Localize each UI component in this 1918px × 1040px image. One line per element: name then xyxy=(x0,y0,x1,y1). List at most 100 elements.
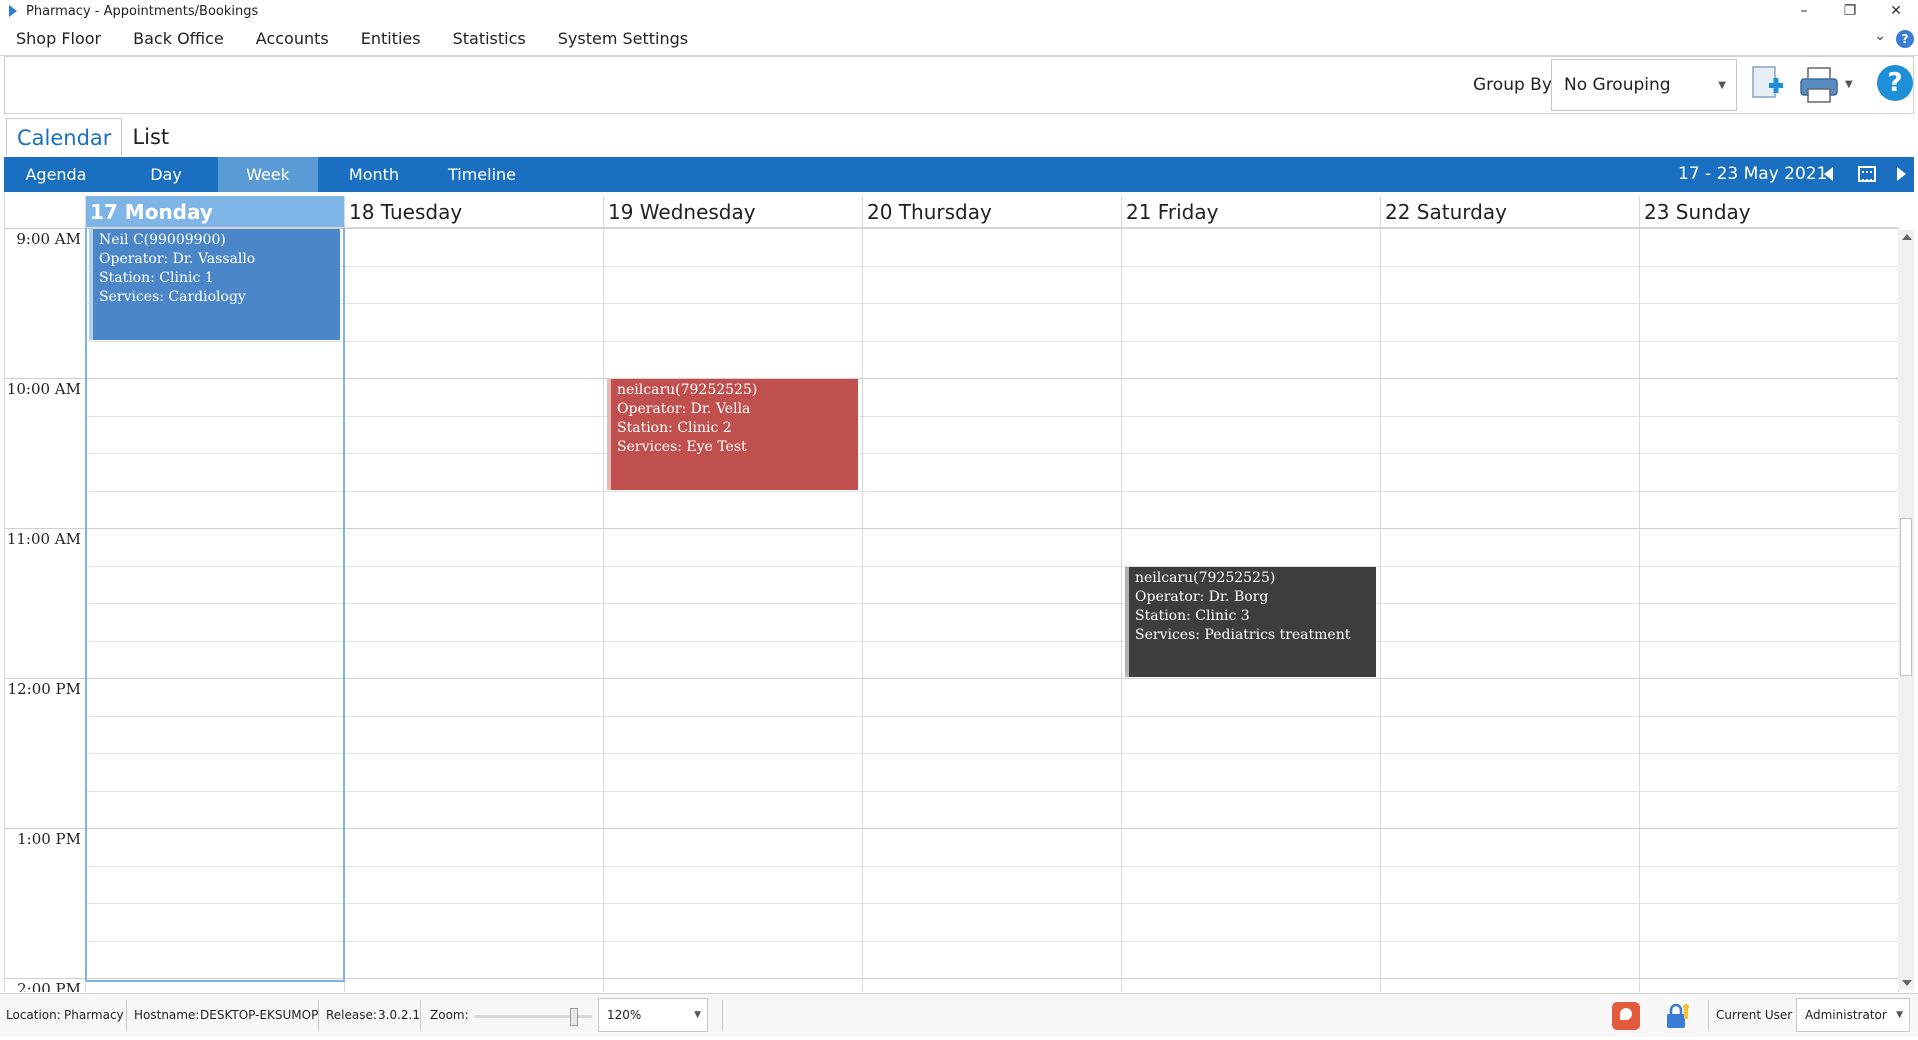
status-bar: Location: Pharmacy Hostname: DESKTOP-EKS… xyxy=(0,993,1918,1037)
print-options-icon[interactable]: ▼ xyxy=(1845,79,1853,90)
view-agenda[interactable]: Agenda xyxy=(4,157,108,192)
tab-list[interactable]: List xyxy=(122,118,179,156)
release-value: 3.0.2.1 xyxy=(378,1008,420,1022)
appointment-card[interactable]: neilcaru(79252525) Operator: Dr. Borg St… xyxy=(1125,566,1376,677)
zoom-slider[interactable] xyxy=(474,1008,592,1026)
grid-line xyxy=(85,415,1898,417)
appointment-operator: Operator: Dr. Vassallo xyxy=(99,251,256,267)
day-header-tuesday[interactable]: 18 Tuesday xyxy=(344,196,603,228)
grid-line xyxy=(85,303,1898,304)
print-icon[interactable] xyxy=(1798,65,1840,105)
menu-statistics[interactable]: Statistics xyxy=(437,22,542,56)
view-week[interactable]: Week xyxy=(218,157,318,192)
grid-column-line xyxy=(1639,228,1640,992)
appointment-patient: neilcaru(79252525) xyxy=(1135,569,1276,586)
next-week-icon[interactable] xyxy=(1897,167,1906,181)
current-user-select[interactable]: Administrator ▼ xyxy=(1796,998,1910,1032)
minimize-button[interactable]: – xyxy=(1782,0,1826,22)
grid-column-line xyxy=(862,228,863,992)
menu-accounts[interactable]: Accounts xyxy=(240,22,345,56)
day-header-saturday[interactable]: 22 Saturday xyxy=(1380,196,1639,228)
restore-button[interactable]: ❐ xyxy=(1828,0,1872,22)
menu-system-settings[interactable]: System Settings xyxy=(542,22,704,56)
grid-column-line xyxy=(1121,228,1122,992)
add-booking-button[interactable] xyxy=(1747,65,1787,105)
status-divider xyxy=(420,1000,421,1030)
appointment-station: Station: Clinic 3 xyxy=(1135,607,1250,624)
time-label: 1:00 PM xyxy=(17,830,81,848)
tab-calendar[interactable]: Calendar xyxy=(6,118,123,156)
grid-line xyxy=(85,865,1898,867)
time-label: 9:00 AM xyxy=(16,230,81,248)
day-header-sunday[interactable]: 23 Sunday xyxy=(1639,196,1898,228)
vertical-scrollbar[interactable] xyxy=(1898,230,1914,990)
help-icon[interactable]: ? xyxy=(1896,30,1914,48)
location-value: Pharmacy xyxy=(64,1008,124,1022)
appointment-station: Station: Clinic 1 xyxy=(99,270,214,286)
title-bar: Pharmacy - Appointments/Bookings – ❐ ✕ xyxy=(0,0,1918,22)
status-divider xyxy=(318,1000,319,1030)
view-timeline[interactable]: Timeline xyxy=(430,157,534,192)
week-calendar[interactable]: 17 Monday 18 Tuesday 19 Wednesday 20 Thu… xyxy=(4,192,1914,992)
appointment-operator: Operator: Dr. Vella xyxy=(617,401,751,417)
grid-line xyxy=(85,790,1898,792)
app-icon xyxy=(9,5,17,17)
appointment-services: Services: Cardiology xyxy=(99,289,246,305)
previous-week-icon[interactable] xyxy=(1824,167,1833,181)
release-label: Release: xyxy=(326,1008,377,1022)
scroll-down-icon[interactable] xyxy=(1902,980,1912,986)
status-divider xyxy=(126,1000,127,1030)
current-user-value: Administrator xyxy=(1805,1008,1887,1022)
view-day[interactable]: Day xyxy=(118,157,214,192)
close-button[interactable]: ✕ xyxy=(1874,0,1918,22)
time-label: 10:00 AM xyxy=(6,380,81,398)
status-divider xyxy=(1708,1000,1709,1030)
grid-line xyxy=(85,715,1898,717)
appointment-patient: neilcaru(79252525) xyxy=(617,382,758,398)
window-title: Pharmacy - Appointments/Bookings xyxy=(26,3,259,19)
grid-line xyxy=(85,565,1898,567)
zoom-label: Zoom: xyxy=(430,1008,469,1022)
grid-line xyxy=(85,603,1898,604)
zoom-thumb[interactable] xyxy=(570,1008,578,1026)
grid-line xyxy=(85,265,1898,267)
time-label: 2:00 PM xyxy=(17,980,81,992)
grid-line xyxy=(85,340,1898,342)
location-label: Location: xyxy=(6,1008,61,1022)
group-by-label: Group By xyxy=(1473,75,1552,95)
caret-down-icon: ▼ xyxy=(1896,1010,1903,1020)
chevron-down-icon[interactable]: ⌄ xyxy=(1874,28,1886,44)
grid-line xyxy=(85,453,1898,454)
date-range-label: 17 - 23 May 2021 xyxy=(1678,164,1828,184)
calendar-picker-icon[interactable] xyxy=(1858,166,1876,182)
menu-shop-floor[interactable]: Shop Floor xyxy=(0,22,117,56)
scroll-up-icon[interactable] xyxy=(1902,234,1912,240)
grid-column-line xyxy=(1380,228,1381,992)
grid-line xyxy=(85,753,1898,754)
menu-entities[interactable]: Entities xyxy=(345,22,437,56)
help-button[interactable]: ? xyxy=(1877,65,1913,101)
hostname-value: DESKTOP-EKSUMOP xyxy=(200,1008,319,1022)
day-header-friday[interactable]: 21 Friday xyxy=(1121,196,1380,228)
scroll-thumb[interactable] xyxy=(1900,518,1912,676)
caret-down-icon: ▼ xyxy=(694,1010,701,1020)
day-header-thursday[interactable]: 20 Thursday xyxy=(862,196,1121,228)
appointment-patient: Neil C(99009900) xyxy=(99,232,226,248)
notification-icon[interactable] xyxy=(1612,1002,1640,1030)
day-header-monday[interactable]: 17 Monday xyxy=(85,196,344,228)
view-month[interactable]: Month xyxy=(324,157,424,192)
menu-back-office[interactable]: Back Office xyxy=(117,22,240,56)
caret-down-icon: ▼ xyxy=(1718,80,1726,91)
group-by-select[interactable]: No Grouping ▼ xyxy=(1551,59,1737,111)
toolbar: Group By No Grouping ▼ ▼ ? xyxy=(4,56,1914,114)
lock-icon[interactable] xyxy=(1664,1002,1694,1030)
appointment-card[interactable]: Neil C(99009900) Operator: Dr. Vassallo … xyxy=(89,229,340,340)
today-column xyxy=(85,228,345,982)
day-header-wednesday[interactable]: 19 Wednesday xyxy=(603,196,862,228)
appointment-card[interactable]: neilcaru(79252525) Operator: Dr. Vella S… xyxy=(607,379,858,490)
zoom-select[interactable]: 120% ▼ xyxy=(598,998,708,1032)
hostname-label: Hostname: xyxy=(134,1008,200,1022)
view-tabs: Calendar List xyxy=(6,118,179,156)
time-label: 12:00 PM xyxy=(7,680,81,698)
time-label: 11:00 AM xyxy=(6,530,81,548)
